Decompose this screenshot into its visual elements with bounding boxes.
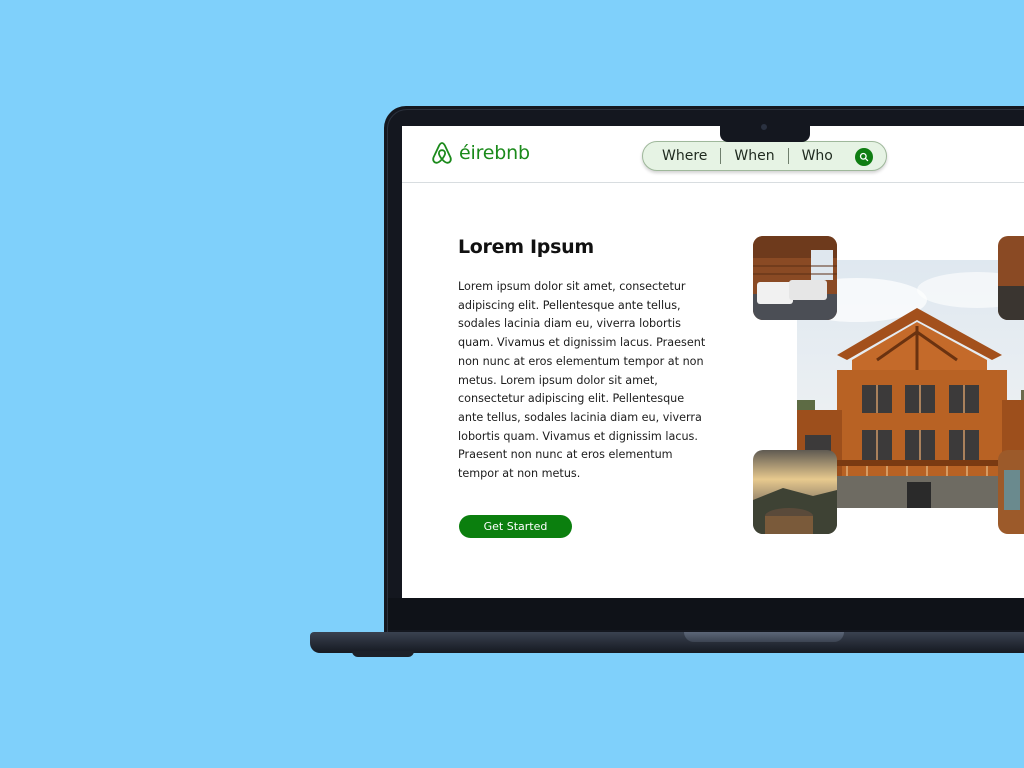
- search-button[interactable]: [855, 148, 873, 166]
- search-when[interactable]: When: [721, 147, 787, 165]
- laptop-hinge-notch: [684, 632, 844, 642]
- laptop-foot: [352, 651, 414, 657]
- bedroom-photo: [753, 236, 837, 320]
- get-started-button[interactable]: Get Started: [459, 515, 572, 538]
- interior-photo: [998, 236, 1024, 320]
- search-who[interactable]: Who: [789, 147, 846, 165]
- hero-body: Lorem ipsum dolor sit amet, consectetur …: [458, 280, 706, 481]
- exterior-photo: [998, 450, 1024, 534]
- hot-tub-sunset-photo: [753, 450, 837, 534]
- brand-name: éirebnb: [459, 142, 530, 164]
- brand-logo[interactable]: éirebnb: [430, 140, 530, 166]
- hero-title: Lorem Ipsum: [458, 236, 594, 258]
- laptop-screen: éirebnb Where When Who Lorem Ipsum Lorem…: [402, 126, 1024, 598]
- site-header: éirebnb Where When Who: [402, 126, 1024, 183]
- screen-bezel-bottom: [388, 598, 1024, 630]
- mockup-scene: éirebnb Where When Who Lorem Ipsum Lorem…: [0, 0, 1024, 768]
- camera-icon: [761, 124, 767, 130]
- airbnb-belo-icon: [430, 140, 454, 166]
- search-where[interactable]: Where: [643, 147, 720, 165]
- laptop-base: [310, 632, 1024, 653]
- search-icon: [859, 152, 869, 162]
- search-bar[interactable]: Where When Who: [642, 141, 887, 171]
